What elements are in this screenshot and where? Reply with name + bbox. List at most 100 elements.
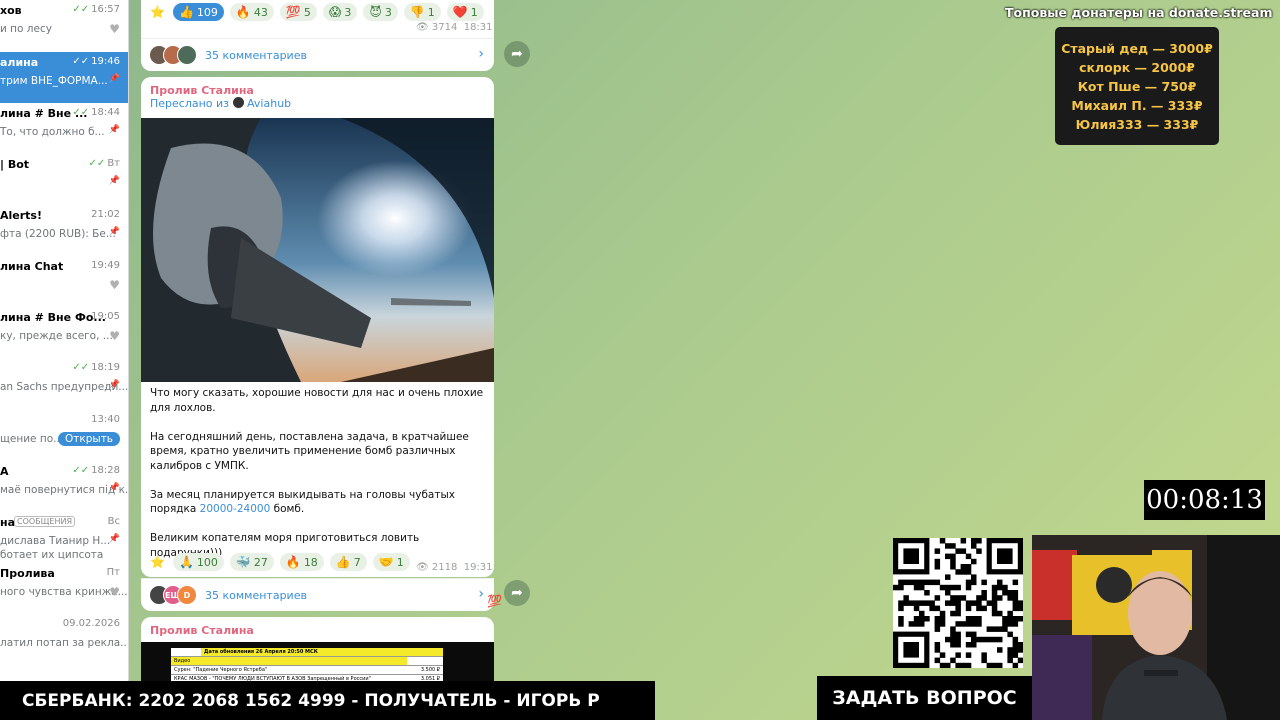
reactions-row-main: ⭐ 🙏 100 🐳 27 🔥 18 👍 7 🤝 1: [148, 553, 410, 571]
chat-name: на: [0, 516, 16, 529]
chat-time-text: 19:05: [91, 311, 120, 322]
chat-list-item[interactable]: лина # Вне Фо... ку, прежде всего, ... 19:…: [0, 307, 128, 358]
chat-time: 19:05: [91, 311, 120, 322]
reaction-button[interactable]: 🤝 1: [372, 553, 410, 571]
chat-list-item[interactable]: латил потап за рекла... 09.02.2026: [0, 614, 128, 665]
reaction-button[interactable]: ⭐: [148, 553, 167, 571]
reactions-row-top: ⭐ 👍 109 🔥 43 💯 5 😱 3 😈 3 👎 1 ❤️ 1: [148, 3, 484, 21]
chat-time-text: Пт: [106, 567, 120, 578]
hundred-reaction-icon: 💯: [487, 594, 502, 608]
channel-name[interactable]: Пролив Сталина: [150, 84, 485, 97]
message-time: 18:31: [463, 22, 493, 33]
reaction-button[interactable]: 🐳 27: [229, 553, 274, 571]
chat-list-item[interactable]: Пролива ного чувства кринжа... Пт ♥: [0, 563, 128, 614]
eye-icon: 👁: [416, 562, 429, 573]
chat-preview: То, что должно б...: [0, 126, 105, 138]
commenter-avatars: ЕЩ D: [149, 585, 197, 605]
chat-time: 09.02.2026: [63, 618, 120, 629]
message-bubble-main: Пролив Сталина Переслано из Aviahub Что …: [141, 77, 494, 577]
message-views-top: 👁 3714 18:31: [416, 22, 493, 33]
avatar: D: [177, 585, 197, 605]
chat-preview: дислава Тианир Н...: [0, 535, 111, 547]
donor-entry: склорк — 2000₽: [1079, 59, 1195, 75]
comments-label: 35 комментариев: [205, 588, 307, 602]
share-button[interactable]: ➦: [504, 580, 530, 606]
reaction-emoji-icon: 👍: [335, 555, 351, 569]
reaction-button[interactable]: 👎 1: [403, 3, 441, 21]
post-paragraph: На сегодняшний день, поставлена задача, …: [150, 430, 469, 472]
reaction-button[interactable]: 🙏 100: [172, 553, 224, 571]
post-photo[interactable]: [141, 118, 494, 382]
chat-time: ✓✓ 19:46: [72, 56, 120, 67]
chat-list-item[interactable]: на СООБЩЕНИЯ дислава Тианир Н... ботает их …: [0, 512, 128, 563]
reaction-button[interactable]: 😱 3: [322, 3, 358, 21]
reaction-button[interactable]: 🔥 18: [279, 553, 324, 571]
chat-name: лина # Вне Фо...: [0, 311, 106, 324]
donors-list: Старый дед — 3000₽ склорк — 2000₽ Кот Пше …: [1055, 27, 1219, 145]
comments-button-top[interactable]: 35 комментариев ›: [141, 38, 494, 71]
comments-label: 35 комментариев: [205, 48, 307, 62]
reaction-count: 1: [396, 555, 404, 569]
chat-time-text: 18:28: [91, 465, 120, 476]
comments-button-main[interactable]: ЕЩ D 35 комментариев ›: [141, 578, 494, 611]
chat-time: ✓✓ Вт: [89, 158, 120, 169]
streamer-video: [1032, 535, 1280, 720]
chat-time: 13:40: [91, 414, 120, 425]
chat-list-item[interactable]: алина трим ВНЕ_ФОРМА... ✓✓ 19:46 📌: [0, 52, 128, 103]
message-views-main: 👁 2118 19:31: [416, 562, 493, 573]
chat-list-item[interactable]: Alerts! фта (2200 RUB): Бе... 21:02 📌: [0, 205, 128, 256]
reaction-button[interactable]: ❤️ 1: [446, 3, 484, 21]
chat-time: ✓✓ 18:44: [72, 107, 120, 118]
reaction-count: 5: [303, 5, 311, 19]
reaction-button[interactable]: 👍 7: [329, 553, 367, 571]
forwarded-source: Aviahub: [247, 97, 292, 110]
chat-time: 21:02: [91, 209, 120, 220]
document-row-value: 3.500 ₽: [420, 667, 440, 673]
reaction-button[interactable]: ⭐: [148, 3, 167, 21]
reaction-button[interactable]: 🔥 43: [229, 3, 274, 21]
chat-list-item[interactable]: Aмаё повернутися під к... ✓✓ 18:28 📌: [0, 461, 128, 512]
webcam-feed: [1032, 535, 1280, 720]
pin-icon: 📌: [108, 125, 120, 135]
chat-name: алина: [0, 56, 39, 69]
reaction-button[interactable]: 👍 109: [172, 3, 224, 21]
reaction-emoji-icon: 🔥: [285, 555, 301, 569]
chat-preview: фта (2200 RUB): Бе...: [0, 228, 116, 240]
read-check-icon: ✓✓: [72, 465, 90, 476]
chat-time-text: 18:44: [91, 107, 120, 118]
pin-icon: 📌: [108, 176, 120, 186]
chat-badge: СООБЩЕНИЯ: [14, 516, 76, 527]
share-icon: ➦: [511, 585, 523, 601]
pin-icon: 📌: [108, 227, 120, 237]
reaction-emoji-icon: ⭐: [150, 5, 165, 19]
chat-list-item[interactable]: an Sachs предупреди... ✓✓ 18:19 📌: [0, 358, 128, 409]
chat-list-item[interactable]: лина Chat 19:49 ♥: [0, 256, 128, 307]
chat-list-item[interactable]: | Bot ✓✓ Вт 📌: [0, 154, 128, 205]
reaction-button[interactable]: 😈 3: [363, 3, 398, 21]
document-header: Дата обновления 26 Апреля 20:50 МСК: [201, 648, 443, 656]
chat-time: ✓✓ 16:57: [72, 4, 120, 15]
document-rows: Видео Сурен: "Падение Черного Ястреба" 3.5…: [171, 656, 443, 683]
forwarded-from[interactable]: Переслано из Aviahub: [150, 97, 485, 110]
chat-preview-extra: ботает их ципсота: [0, 549, 104, 561]
chat-name: Пролива: [0, 567, 55, 580]
bomb-count-link[interactable]: 20000-24000: [200, 503, 271, 515]
read-check-icon: ✓✓: [88, 158, 106, 169]
chat-list-item[interactable]: щение по... 13:40 Открыть: [0, 410, 128, 461]
message-time: 19:31: [463, 562, 493, 573]
open-button[interactable]: Открыть: [58, 432, 120, 446]
share-button[interactable]: ➦: [504, 41, 530, 67]
chat-preview: трим ВНЕ_ФОРМА...: [0, 75, 108, 87]
reaction-button[interactable]: 💯 5: [279, 3, 317, 21]
chat-time-text: Вт: [107, 158, 120, 169]
chat-time: ✓✓ 18:28: [72, 465, 120, 476]
chat-list-item[interactable]: лина # Вне ... То, что должно б... ✓✓ 18:44…: [0, 103, 128, 154]
cockpit-photo: [141, 118, 494, 382]
channel-name[interactable]: Пролив Сталина: [141, 617, 494, 637]
document-row-label: Сурен: "Падение Черного Ястреба": [171, 666, 407, 674]
document-table: Дата обновления 26 Апреля 20:50 МСК Виде…: [171, 648, 443, 683]
post-text-span: бомб.: [273, 503, 305, 515]
chat-preview: и по лесу: [0, 23, 52, 35]
donor-entry: Михаил П. — 333₽: [1071, 97, 1203, 113]
chat-list-item[interactable]: хов и по лесу ✓✓ 16:57 ♥: [0, 0, 128, 51]
